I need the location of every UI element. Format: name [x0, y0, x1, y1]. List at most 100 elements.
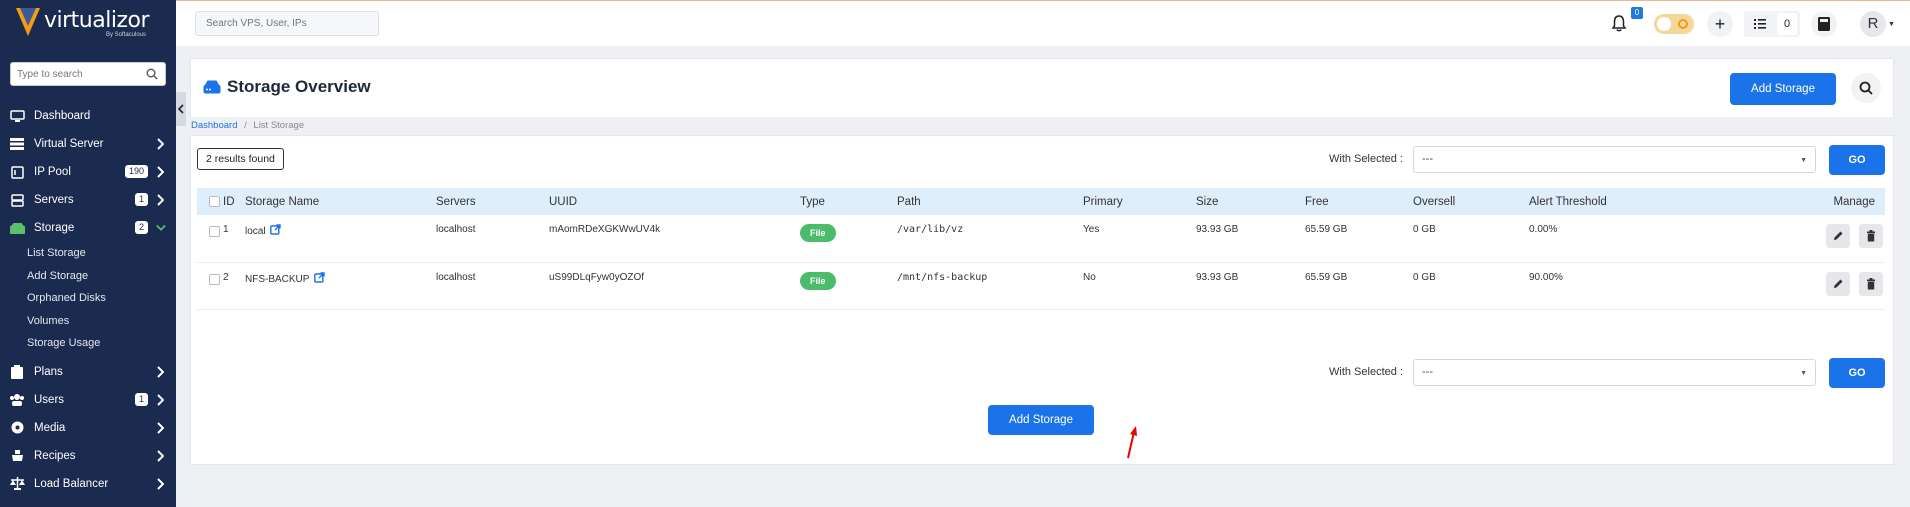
caret-down-icon: ▼: [1800, 157, 1807, 164]
count-badge: 2: [134, 221, 148, 234]
external-link-icon[interactable]: [270, 224, 282, 235]
tasks-button[interactable]: 0: [1744, 11, 1800, 37]
trash-icon: [1867, 277, 1875, 289]
sidebar-item-servers[interactable]: Servers 1: [0, 186, 176, 214]
external-link-icon[interactable]: [314, 271, 325, 283]
with-selected-label-bottom: With Selected :: [1329, 366, 1403, 378]
submenu-add-storage[interactable]: Add Storage: [27, 265, 176, 288]
type-badge: File: [800, 271, 836, 290]
chevron-right-icon: [157, 194, 164, 206]
chevron-right-icon: [157, 477, 164, 490]
storage-icon: [203, 80, 221, 94]
storage-table: ID Storage Name Servers UUID Type Path P…: [197, 188, 1885, 310]
add-storage-button[interactable]: Add Storage: [1730, 73, 1836, 105]
add-button[interactable]: +: [1707, 11, 1733, 37]
page-header: Storage Overview Add Storage: [190, 58, 1894, 118]
submenu-orphaned-disks[interactable]: Orphaned Disks: [27, 287, 176, 310]
row-select-cell: [197, 262, 223, 310]
chevron-right-icon: [157, 393, 164, 406]
sidebar-item-load-balancer[interactable]: Load Balancer: [0, 470, 176, 498]
breadcrumb-home[interactable]: Dashboard: [191, 120, 237, 131]
delete-button[interactable]: [1859, 224, 1883, 248]
sidebar-item-label: Recipes: [34, 449, 76, 462]
recipes-icon: [9, 449, 25, 463]
sidebar-item-virtual-server[interactable]: Virtual Server: [0, 130, 176, 158]
cell-id: 1: [223, 215, 245, 263]
go-button-bottom[interactable]: GO: [1829, 358, 1885, 388]
submenu-volumes[interactable]: Volumes: [27, 310, 176, 333]
sidebar: virtualizor By Softaculous Dashboard Vir…: [0, 0, 176, 507]
sidebar-item-label: Users: [34, 393, 65, 406]
count-badge: 190: [124, 165, 148, 178]
bell-icon[interactable]: [1610, 14, 1628, 32]
col-primary: Primary: [1083, 188, 1196, 215]
submenu-list-storage[interactable]: List Storage: [27, 242, 176, 265]
sidebar-item-label: Media: [34, 421, 66, 434]
cell-storage-name: local: [245, 215, 436, 263]
sidebar-item-label: Storage: [34, 222, 75, 234]
server-icon: [9, 193, 25, 207]
sidebar-nav: Dashboard Virtual Server IP Pool 190 Ser…: [0, 102, 176, 498]
brand-sub: By Softaculous: [106, 32, 147, 38]
book-icon: [1818, 17, 1830, 31]
delete-button[interactable]: [1859, 271, 1883, 296]
global-search-input[interactable]: [196, 12, 376, 35]
global-search: [195, 11, 379, 36]
sidebar-item-ip-pool[interactable]: IP Pool 190: [0, 158, 176, 186]
cell-type: File: [800, 262, 897, 310]
docs-button[interactable]: [1811, 11, 1837, 37]
row-checkbox[interactable]: [209, 273, 220, 285]
add-storage-button-bottom[interactable]: Add Storage: [988, 405, 1094, 435]
breadcrumb-current: List Storage: [253, 120, 305, 131]
sidebar-item-media[interactable]: Media: [0, 414, 176, 442]
select-all-checkbox[interactable]: [209, 195, 220, 207]
toggle-knob: [1657, 17, 1671, 31]
cell-oversell: 0 GB: [1413, 262, 1529, 310]
cell-size: 93.93 GB: [1196, 215, 1305, 263]
cell-alert-threshold: 90.00%: [1529, 262, 1779, 310]
cell-manage: [1779, 262, 1885, 310]
storage-icon: [9, 221, 25, 235]
sidebar-item-dashboard[interactable]: Dashboard: [0, 102, 176, 130]
chevron-right-icon: [157, 138, 164, 150]
avatar[interactable]: R: [1860, 11, 1886, 37]
sidebar-item-recipes[interactable]: Recipes: [0, 442, 176, 470]
cell-oversell: 0 GB: [1413, 215, 1529, 263]
with-selected-value: ---: [1422, 153, 1433, 165]
go-button[interactable]: GO: [1829, 145, 1885, 175]
count-badge: 1: [134, 193, 148, 206]
task-count: 0: [1777, 13, 1797, 35]
col-type: Type: [800, 188, 897, 215]
storage-name-link[interactable]: local: [245, 226, 266, 237]
storage-name-link[interactable]: NFS-BACKUP: [245, 274, 309, 285]
media-icon: [9, 421, 25, 435]
search-toggle-button[interactable]: [1851, 73, 1881, 103]
cell-storage-name: NFS-BACKUP: [245, 262, 436, 310]
select-all-cell: [197, 188, 223, 215]
with-selected-value: ---: [1422, 366, 1433, 378]
with-selected-dropdown[interactable]: --- ▼: [1413, 146, 1816, 173]
brand-name: virtualizor: [44, 8, 150, 33]
chevron-left-icon: [178, 104, 184, 114]
chevron-right-icon: [157, 421, 164, 434]
cell-primary: No: [1083, 262, 1196, 310]
sidebar-search: [10, 62, 166, 86]
sidebar-item-users[interactable]: Users 1: [0, 386, 176, 414]
with-selected-dropdown-bottom[interactable]: --- ▼: [1413, 359, 1816, 386]
search-icon[interactable]: [146, 68, 158, 80]
sidebar-search-input[interactable]: [11, 63, 141, 85]
notification-count-badge: 0: [1631, 7, 1643, 19]
logo[interactable]: virtualizor By Softaculous: [16, 8, 166, 42]
cell-alert-threshold: 0.00%: [1529, 215, 1779, 263]
edit-button[interactable]: [1826, 224, 1851, 248]
cell-path: /mnt/nfs-backup: [897, 262, 1083, 310]
row-checkbox[interactable]: [209, 226, 220, 237]
sidebar-collapse-toggle[interactable]: [176, 92, 186, 126]
sidebar-item-plans[interactable]: Plans: [0, 358, 176, 386]
annotation-arrow-icon: [1127, 426, 1137, 459]
theme-toggle[interactable]: [1654, 14, 1694, 34]
submenu-storage-usage[interactable]: Storage Usage: [27, 332, 176, 355]
caret-down-icon[interactable]: ▼: [1888, 21, 1895, 28]
sidebar-item-storage[interactable]: Storage 2: [0, 214, 176, 242]
edit-button[interactable]: [1826, 271, 1851, 296]
